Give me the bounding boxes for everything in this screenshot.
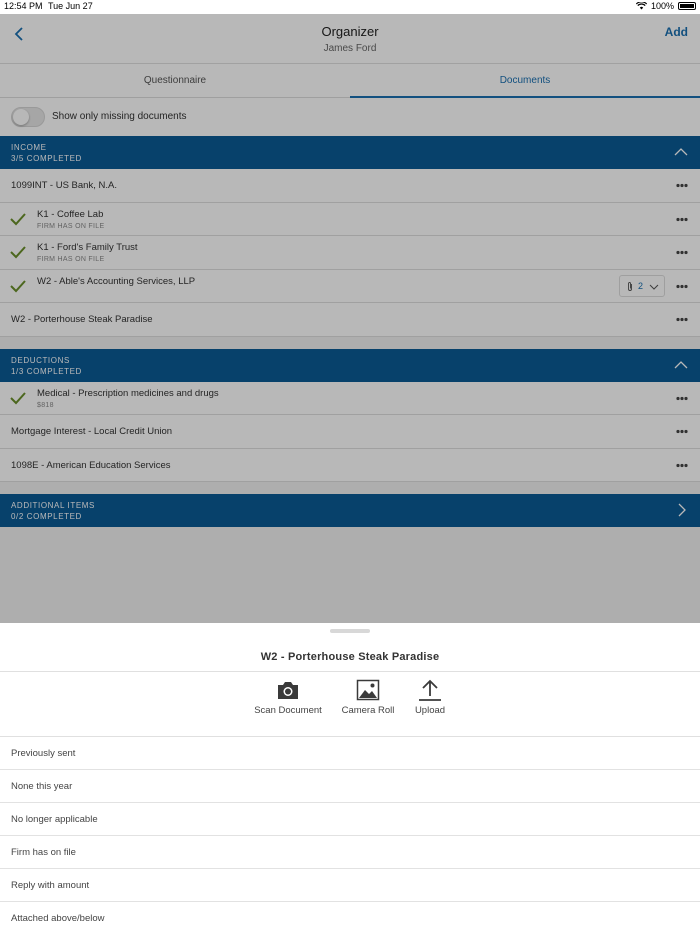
status-date: Tue Jun 27 — [48, 1, 93, 11]
option-firm-has-on-file[interactable]: Firm has on file — [0, 836, 700, 869]
option-none-this-year[interactable]: None this year — [0, 770, 700, 803]
upload-actions: Scan Document Camera Roll Upload — [0, 679, 700, 735]
divider — [0, 671, 700, 672]
scan-document-button[interactable]: Scan Document — [254, 679, 322, 716]
action-label: Scan Document — [254, 705, 322, 716]
option-reply-with-amount[interactable]: Reply with amount — [0, 869, 700, 902]
upload-button[interactable]: Upload — [410, 679, 450, 716]
status-time: 12:54 PM — [4, 1, 43, 11]
option-no-longer-applicable[interactable]: No longer applicable — [0, 803, 700, 836]
camera-roll-button[interactable]: Camera Roll — [340, 679, 396, 716]
sheet-title: W2 - Porterhouse Steak Paradise — [260, 651, 440, 663]
document-action-sheet: W2 - Porterhouse Steak Paradise Scan Doc… — [0, 623, 700, 934]
battery-icon — [678, 2, 696, 10]
camera-icon — [278, 682, 298, 699]
option-previously-sent[interactable]: Previously sent — [0, 737, 700, 770]
wifi-icon — [635, 2, 647, 10]
photo-icon — [356, 679, 380, 701]
modal-backdrop[interactable] — [0, 14, 700, 623]
sheet-grabber[interactable] — [330, 629, 370, 633]
status-right: 100% — [635, 1, 696, 11]
status-bar: 12:54 PM Tue Jun 27 100% — [0, 0, 700, 14]
status-options-list: Previously sent None this year No longer… — [0, 737, 700, 934]
option-attached-above-below[interactable]: Attached above/below — [0, 902, 700, 934]
upload-icon — [419, 679, 441, 701]
battery-percent: 100% — [650, 1, 674, 11]
action-label: Camera Roll — [341, 705, 395, 716]
action-label: Upload — [414, 705, 446, 716]
